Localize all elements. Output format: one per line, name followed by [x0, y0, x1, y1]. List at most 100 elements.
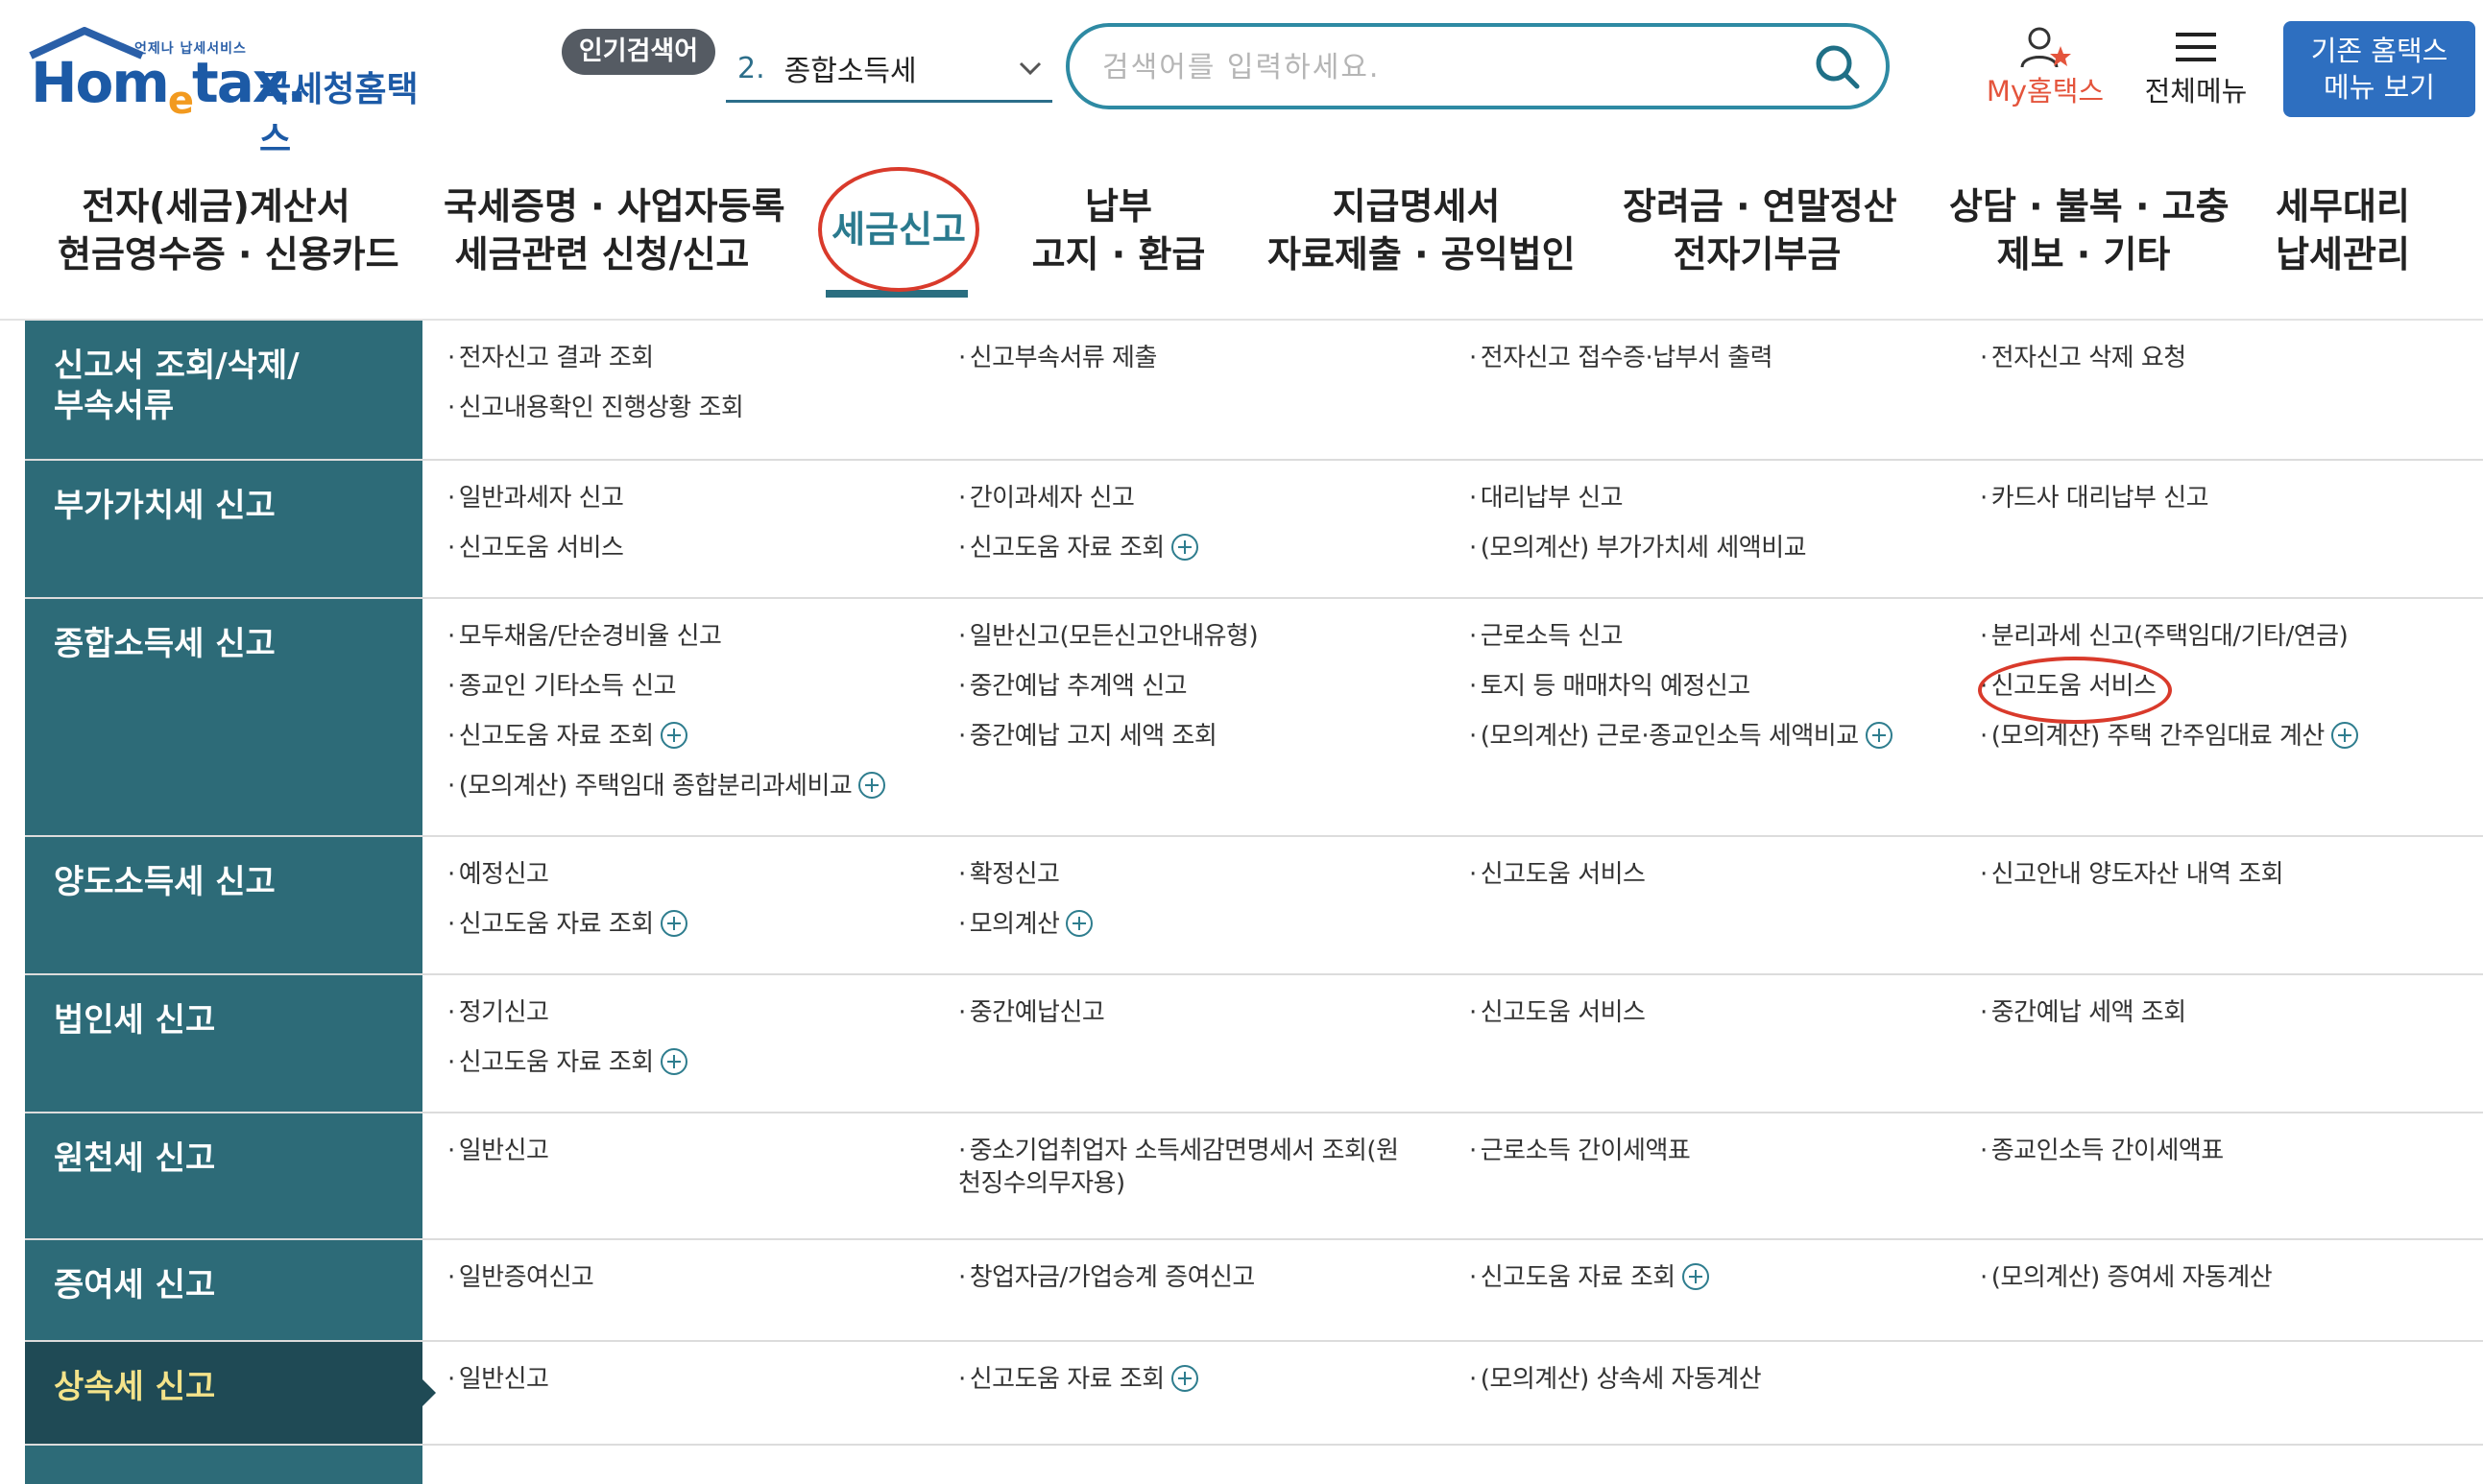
nav-consult[interactable]: 상담 · 불복 · 고충 제보 · 기타 — [1949, 182, 2230, 278]
menu-link[interactable]: · 토지 등 매매차익 예정신고 — [1469, 670, 1750, 703]
menu-link[interactable]: · 신고도움 자료 조회 — [1469, 1261, 1710, 1294]
menu-link[interactable]: · 일반신고 — [447, 1363, 549, 1396]
menu-link[interactable]: · 예정신고 — [447, 858, 549, 891]
category-gift-tax[interactable]: 증여세 신고 — [25, 1240, 422, 1340]
popular-search-badge: 인기검색어 — [562, 29, 715, 75]
hometax-page: 언제나 납세서비스 Hometax. 국세청홈택스 인기검색어 2. 종합소득세 — [0, 0, 2483, 1484]
category-partial — [25, 1446, 422, 1484]
menu-link[interactable]: · 신고도움 자료 조회 — [447, 1046, 688, 1079]
menu-link[interactable]: · 전자신고 삭제 요청 — [1980, 342, 2186, 374]
category-inheritance-tax[interactable]: 상속세 신고 — [25, 1342, 436, 1444]
search-icon[interactable] — [1811, 40, 1865, 94]
category-transfer-tax[interactable]: 양도소득세 신고 — [25, 837, 422, 973]
nav-line: 전자(세금)계산서 — [82, 185, 350, 227]
menu-link[interactable]: · 대리납부 신고 — [1469, 482, 1624, 515]
plus-circle-icon[interactable] — [1865, 721, 1893, 750]
menu-link[interactable]: · (모의계산) 주택 간주임대료 계산 — [1980, 720, 2359, 753]
nav-incentive[interactable]: 장려금 · 연말정산 전자기부금 — [1623, 182, 1897, 278]
menu-link[interactable]: · 신고도움 자료 조회 — [958, 532, 1199, 564]
menu-link[interactable]: · 중간예납신고 — [958, 996, 1105, 1029]
menu-link[interactable]: · 신고도움 서비스 — [1469, 858, 1646, 891]
menu-link[interactable]: · (모의계산) 상속세 자동계산 — [1469, 1363, 1762, 1396]
menu-link[interactable]: · (모의계산) 증여세 자동계산 — [1980, 1261, 2273, 1294]
menu-link[interactable]: · 중간예납 세액 조회 — [1980, 996, 2186, 1029]
category-label: 증여세 신고 — [54, 1266, 216, 1304]
popular-search-select[interactable]: 2. 종합소득세 — [726, 36, 1052, 103]
highlight-circle-nav — [818, 167, 979, 292]
menu-link[interactable]: · 모두채움/단순경비율 신고 — [447, 620, 722, 653]
menu-link[interactable]: · 신고도움 자료 조회 — [958, 1363, 1199, 1396]
category-inquiry[interactable]: 신고서 조회/삭제/ 부속서류 — [25, 321, 422, 459]
menu-link[interactable]: · 근로소득 신고 — [1469, 620, 1624, 653]
plus-circle-icon[interactable] — [1170, 1364, 1199, 1393]
search-input[interactable] — [1100, 40, 1796, 94]
menu-row-vat: 부가가치세 신고 · 일반과세자 신고 · 간이과세자 신고 · 대리납부 신고 · 카… — [25, 461, 2483, 599]
nav-e-invoice[interactable]: 전자(세금)계산서 현금영수증 · 신용카드 — [58, 182, 399, 278]
plus-circle-icon[interactable] — [660, 1047, 688, 1076]
menu-link[interactable]: · 신고도움 자료 조회 — [447, 908, 688, 941]
menu-link[interactable]: · 전자신고 접수증·납부서 출력 — [1469, 342, 1773, 374]
menu-link[interactable]: · 신고안내 양도자산 내역 조회 — [1980, 858, 2284, 891]
menu-link[interactable]: · 근로소득 간이세액표 — [1469, 1135, 1691, 1167]
highlight-circle-service — [1978, 657, 2172, 724]
nav-line: 제보 · 기타 — [1996, 233, 2171, 275]
menu-link[interactable]: · 모의계산 — [958, 908, 1094, 941]
nav-line: 납부 — [1085, 185, 1152, 227]
menu-link[interactable]: · 신고내용확인 진행상황 조회 — [447, 392, 744, 424]
menu-link[interactable]: · 카드사 대리납부 신고 — [1980, 482, 2209, 515]
menu-row-partial — [25, 1446, 2483, 1484]
nav-payment[interactable]: 납부 고지 · 환급 — [1018, 182, 1219, 278]
menu-link[interactable]: · 정기신고 — [447, 996, 549, 1029]
menu-link[interactable]: · (모의계산) 근로·종교인소득 세액비교 — [1469, 720, 1893, 753]
plus-circle-icon[interactable] — [857, 771, 886, 800]
menu-link[interactable]: · 중소기업취업자 소득세감면명세서 조회(원천징수의무자용) — [958, 1135, 1419, 1200]
menu-row-gift-tax: 증여세 신고 · 일반증여신고 · 창업자금/가업승계 증여신고 · 신고도움 자료 … — [25, 1240, 2483, 1342]
menu-link[interactable]: · 창업자금/가업승계 증여신고 — [958, 1261, 1255, 1294]
plus-circle-icon[interactable] — [660, 721, 688, 750]
active-pointer-icon — [422, 1379, 436, 1406]
nav-tax-agent[interactable]: 세무대리 납세관리 — [2266, 182, 2420, 278]
menu-row-corporate-tax: 법인세 신고 · 정기신고 · 중간예납신고 · 신고도움 서비스 · 중간예납 세액 … — [25, 975, 2483, 1113]
my-hometax-button[interactable]: My홈택스 — [1973, 21, 2117, 117]
plus-circle-icon[interactable] — [1170, 533, 1199, 562]
menu-link[interactable]: · 종교인 기타소득 신고 — [447, 670, 677, 703]
category-vat[interactable]: 부가가치세 신고 — [25, 461, 422, 597]
plus-circle-icon[interactable] — [1065, 909, 1094, 938]
all-menu-button[interactable]: 전체메뉴 — [2133, 21, 2258, 117]
menu-link[interactable]: · 일반신고(모든신고안내유형) — [958, 620, 1259, 653]
menu-link[interactable]: · 전자신고 결과 조회 — [447, 342, 654, 374]
plus-circle-icon[interactable] — [2330, 721, 2359, 750]
search-box — [1066, 23, 1890, 109]
tax-filing-menu: 신고서 조회/삭제/ 부속서류 · 전자신고 결과 조회 · 신고부속서류 제출 ·… — [25, 321, 2483, 1484]
menu-link[interactable]: · 일반과세자 신고 — [447, 482, 624, 515]
hometax-logo[interactable]: 언제나 납세서비스 Hometax. 국세청홈택스 — [27, 21, 449, 159]
nav-certificate[interactable]: 국세증명 · 사업자등록 세금관련 신청/신고 — [444, 182, 785, 278]
plus-circle-icon[interactable] — [660, 909, 688, 938]
legacy-menu-button[interactable]: 기존 홈택스 메뉴 보기 — [2283, 21, 2475, 117]
menu-link[interactable]: · 간이과세자 신고 — [958, 482, 1135, 515]
menu-link[interactable]: · 종교인소득 간이세액표 — [1980, 1135, 2224, 1167]
menu-link[interactable]: · 신고도움 서비스 — [1469, 996, 1646, 1029]
nav-line: 고지 · 환급 — [1031, 233, 1206, 275]
menu-link[interactable]: · (모의계산) 주택임대 종합분리과세비교 — [447, 770, 886, 802]
menu-link[interactable]: · 중간예납 고지 세액 조회 — [958, 720, 1217, 753]
category-label: 부속서류 — [54, 387, 175, 425]
category-label: 법인세 신고 — [54, 1001, 216, 1040]
menu-link[interactable]: · 신고도움 자료 조회 — [447, 720, 688, 753]
category-withholding-tax[interactable]: 원천세 신고 — [25, 1113, 422, 1238]
category-income-tax[interactable]: 종합소득세 신고 — [25, 599, 422, 835]
menu-link[interactable]: · 확정신고 — [958, 858, 1060, 891]
menu-link[interactable]: · 신고도움 서비스 — [447, 532, 624, 564]
menu-link[interactable]: · 분리과세 신고(주택임대/기타/연금) — [1980, 620, 2349, 653]
menu-link[interactable]: · 신고부속서류 제출 — [958, 342, 1157, 374]
nav-line: 국세증명 · 사업자등록 — [444, 185, 785, 227]
menu-link[interactable]: · 일반신고 — [447, 1135, 549, 1167]
category-corporate-tax[interactable]: 법인세 신고 — [25, 975, 422, 1112]
menu-link[interactable]: · (모의계산) 부가가치세 세액비교 — [1469, 532, 1807, 564]
main-nav: 전자(세금)계산서 현금영수증 · 신용카드 국세증명 · 사업자등록 세금관련… — [0, 144, 2483, 321]
menu-link[interactable]: · 중간예납 추계액 신고 — [958, 670, 1188, 703]
nav-payment-statement[interactable]: 지급명세서 자료제출 · 공익법인 — [1267, 182, 1576, 278]
menu-row-inquiry: 신고서 조회/삭제/ 부속서류 · 전자신고 결과 조회 · 신고부속서류 제출 ·… — [25, 321, 2483, 461]
plus-circle-icon[interactable] — [1681, 1262, 1710, 1291]
menu-link[interactable]: · 일반증여신고 — [447, 1261, 594, 1294]
